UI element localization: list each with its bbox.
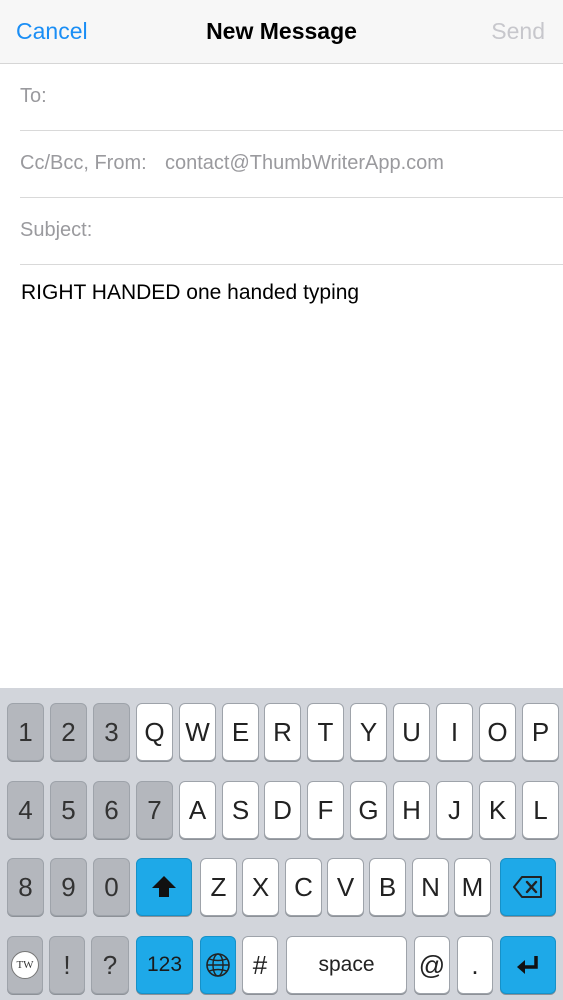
key-l[interactable]: L: [522, 781, 559, 839]
key-f[interactable]: F: [307, 781, 344, 839]
key-8[interactable]: 8: [7, 858, 44, 916]
key-9[interactable]: 9: [50, 858, 87, 916]
key-exclamation[interactable]: !: [49, 936, 85, 994]
key-hash[interactable]: #: [242, 936, 278, 994]
backspace-key[interactable]: [500, 858, 556, 916]
subject-label: Subject:: [20, 219, 93, 241]
key-k[interactable]: K: [479, 781, 516, 839]
to-label: To:: [20, 85, 47, 107]
message-body[interactable]: RIGHT HANDED one handed typing: [21, 281, 543, 305]
numbers-mode-key[interactable]: 123: [136, 936, 193, 994]
key-0[interactable]: 0: [93, 858, 130, 916]
key-at[interactable]: @: [414, 936, 450, 994]
shift-up-arrow-icon: [152, 876, 176, 897]
key-o[interactable]: O: [479, 703, 516, 761]
subject-field-row[interactable]: Subject:: [0, 198, 563, 265]
key-2[interactable]: 2: [50, 703, 87, 761]
key-a[interactable]: A: [179, 781, 216, 839]
key-p[interactable]: P: [522, 703, 559, 761]
key-q[interactable]: Q: [136, 703, 173, 761]
ccbcc-from-field-row[interactable]: Cc/Bcc, From: contact@ThumbWriterApp.com: [0, 131, 563, 198]
key-h[interactable]: H: [393, 781, 430, 839]
shift-key[interactable]: [136, 858, 192, 916]
key-w[interactable]: W: [179, 703, 216, 761]
space-key[interactable]: space: [286, 936, 407, 994]
key-m[interactable]: M: [454, 858, 491, 916]
return-arrow-icon: [517, 956, 538, 974]
key-5[interactable]: 5: [50, 781, 87, 839]
keyboard: 123QWERTYUIOP 4567ASDFGHJKL 890 ZXCVBNM …: [0, 688, 563, 1000]
key-t[interactable]: T: [307, 703, 344, 761]
key-j[interactable]: J: [436, 781, 473, 839]
key-r[interactable]: R: [264, 703, 301, 761]
key-x[interactable]: X: [242, 858, 279, 916]
globe-key[interactable]: [200, 936, 236, 994]
key-d[interactable]: D: [264, 781, 301, 839]
key-z[interactable]: Z: [200, 858, 237, 916]
key-period[interactable]: .: [457, 936, 493, 994]
key-c[interactable]: C: [285, 858, 322, 916]
key-7[interactable]: 7: [136, 781, 173, 839]
globe-icon: [206, 953, 230, 977]
key-v[interactable]: V: [327, 858, 364, 916]
key-u[interactable]: U: [393, 703, 430, 761]
key-b[interactable]: B: [369, 858, 406, 916]
key-g[interactable]: G: [350, 781, 387, 839]
to-field-row[interactable]: To:: [0, 64, 563, 131]
key-e[interactable]: E: [222, 703, 259, 761]
nav-bar: Cancel New Message Send: [0, 0, 563, 64]
key-4[interactable]: 4: [7, 781, 44, 839]
key-1[interactable]: 1: [7, 703, 44, 761]
key-s[interactable]: S: [222, 781, 259, 839]
key-6[interactable]: 6: [93, 781, 130, 839]
subject-input[interactable]: [104, 212, 548, 250]
key-3[interactable]: 3: [93, 703, 130, 761]
thumbwriter-logo-key[interactable]: TW: [7, 936, 43, 994]
key-y[interactable]: Y: [350, 703, 387, 761]
divider: [20, 264, 563, 265]
key-n[interactable]: N: [412, 858, 449, 916]
to-input[interactable]: [58, 78, 542, 116]
ccbcc-from-label: Cc/Bcc, From:: [20, 152, 147, 174]
return-key[interactable]: [500, 936, 556, 994]
key-question[interactable]: ?: [91, 936, 129, 994]
send-button[interactable]: Send: [491, 18, 545, 45]
key-i[interactable]: I: [436, 703, 473, 761]
backspace-icon: [513, 876, 542, 898]
from-address[interactable]: contact@ThumbWriterApp.com: [165, 152, 444, 175]
page-title: New Message: [206, 18, 357, 44]
thumbwriter-logo-icon: TW: [11, 951, 39, 979]
